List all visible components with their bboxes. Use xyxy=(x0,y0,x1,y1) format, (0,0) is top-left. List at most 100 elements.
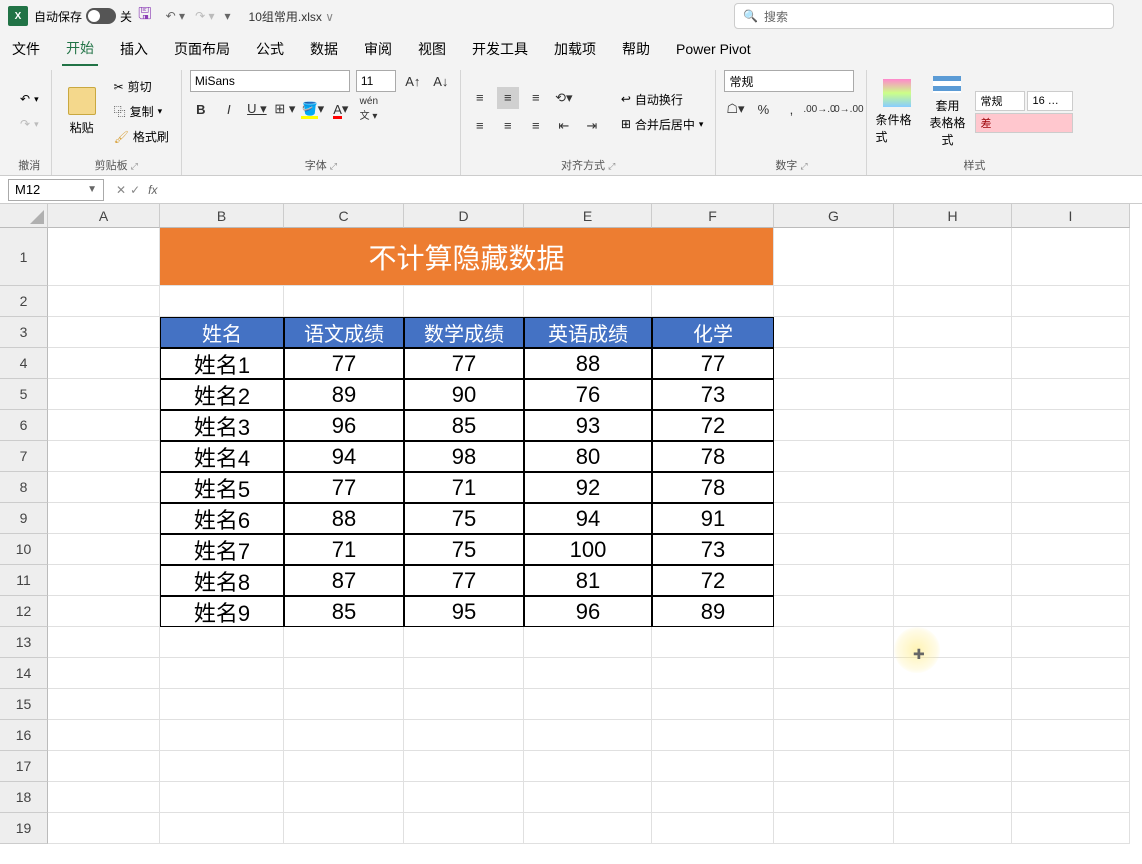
cell-F12[interactable]: 89 xyxy=(652,596,774,627)
increase-font-icon[interactable]: A↑ xyxy=(402,70,424,92)
cell-H15[interactable] xyxy=(894,689,1012,720)
orientation-icon[interactable]: ⟲▾ xyxy=(553,87,575,109)
cell-C7[interactable]: 94 xyxy=(284,441,404,472)
cell-H9[interactable] xyxy=(894,503,1012,534)
cell-H6[interactable] xyxy=(894,410,1012,441)
cell-D5[interactable]: 90 xyxy=(404,379,524,410)
cell-C16[interactable] xyxy=(284,720,404,751)
cell-G4[interactable] xyxy=(774,348,894,379)
cell-C11[interactable]: 87 xyxy=(284,565,404,596)
font-size-select[interactable] xyxy=(356,70,396,92)
table-style-button[interactable]: 套用 表格格式 xyxy=(925,76,969,148)
copy-button[interactable]: ⿻复制▾ xyxy=(110,101,173,123)
cell-D17[interactable] xyxy=(404,751,524,782)
col-header-F[interactable]: F xyxy=(652,204,774,228)
cell-D4[interactable]: 77 xyxy=(404,348,524,379)
decrease-indent-icon[interactable]: ⇤ xyxy=(553,115,575,137)
border-button[interactable]: ⊞ ▾ xyxy=(274,98,296,120)
cell-G8[interactable] xyxy=(774,472,894,503)
cell-F16[interactable] xyxy=(652,720,774,751)
cell-H5[interactable] xyxy=(894,379,1012,410)
cell-C5[interactable]: 89 xyxy=(284,379,404,410)
cell-B5[interactable]: 姓名2 xyxy=(160,379,284,410)
cell-A7[interactable] xyxy=(48,441,160,472)
cell-F18[interactable] xyxy=(652,782,774,813)
cell-I14[interactable] xyxy=(1012,658,1130,689)
row-header-11[interactable]: 11 xyxy=(0,565,48,596)
cell-E9[interactable]: 94 xyxy=(524,503,652,534)
decrease-font-icon[interactable]: A↓ xyxy=(430,70,452,92)
cell-F10[interactable]: 73 xyxy=(652,534,774,565)
row-header-6[interactable]: 6 xyxy=(0,410,48,441)
cell-C9[interactable]: 88 xyxy=(284,503,404,534)
cell-G19[interactable] xyxy=(774,813,894,844)
italic-button[interactable]: I xyxy=(218,98,240,120)
cell-H8[interactable] xyxy=(894,472,1012,503)
tab-审阅[interactable]: 审阅 xyxy=(360,33,396,65)
cell-E17[interactable] xyxy=(524,751,652,782)
cell-A13[interactable] xyxy=(48,627,160,658)
cell-E13[interactable] xyxy=(524,627,652,658)
row-header-13[interactable]: 13 xyxy=(0,627,48,658)
cell-B19[interactable] xyxy=(160,813,284,844)
row-header-1[interactable]: 1 xyxy=(0,228,48,286)
cell-F4[interactable]: 77 xyxy=(652,348,774,379)
cell-E12[interactable]: 96 xyxy=(524,596,652,627)
cell-D12[interactable]: 95 xyxy=(404,596,524,627)
cell-E18[interactable] xyxy=(524,782,652,813)
cell-I15[interactable] xyxy=(1012,689,1130,720)
cell-H7[interactable] xyxy=(894,441,1012,472)
cell-G18[interactable] xyxy=(774,782,894,813)
cell-G5[interactable] xyxy=(774,379,894,410)
align-bottom-icon[interactable]: ≡ xyxy=(525,87,547,109)
spreadsheet-grid[interactable]: ABCDEFGHI 12345678910111213141516171819 … xyxy=(0,204,1142,864)
tab-Power Pivot[interactable]: Power Pivot xyxy=(672,35,755,63)
wrap-text-button[interactable]: ↩自动换行 xyxy=(617,88,708,110)
cell-A3[interactable] xyxy=(48,317,160,348)
cell-F15[interactable] xyxy=(652,689,774,720)
cell-I18[interactable] xyxy=(1012,782,1130,813)
cell-E7[interactable]: 80 xyxy=(524,441,652,472)
chevron-down-icon[interactable]: ▼ xyxy=(87,184,97,195)
cell-E4[interactable]: 88 xyxy=(524,348,652,379)
cell-D18[interactable] xyxy=(404,782,524,813)
style-bad[interactable]: 差 xyxy=(975,113,1073,133)
cell-G17[interactable] xyxy=(774,751,894,782)
cell-E19[interactable] xyxy=(524,813,652,844)
cell-G6[interactable] xyxy=(774,410,894,441)
cell-A1[interactable] xyxy=(48,228,160,286)
cell-A11[interactable] xyxy=(48,565,160,596)
tab-数据[interactable]: 数据 xyxy=(306,33,342,65)
align-left-icon[interactable]: ≡ xyxy=(469,115,491,137)
cell-H18[interactable] xyxy=(894,782,1012,813)
cell-C8[interactable]: 77 xyxy=(284,472,404,503)
cell-F9[interactable]: 91 xyxy=(652,503,774,534)
cell-C2[interactable] xyxy=(284,286,404,317)
cell-D19[interactable] xyxy=(404,813,524,844)
cell-F8[interactable]: 78 xyxy=(652,472,774,503)
font-color-button[interactable]: A▾ xyxy=(330,98,352,120)
save-icon[interactable]: 🖫 xyxy=(138,3,152,30)
cell-G3[interactable] xyxy=(774,317,894,348)
cell-I3[interactable] xyxy=(1012,317,1130,348)
tab-加载项[interactable]: 加载项 xyxy=(550,33,600,65)
row-header-15[interactable]: 15 xyxy=(0,689,48,720)
cell-E16[interactable] xyxy=(524,720,652,751)
cell-H19[interactable] xyxy=(894,813,1012,844)
cell-I13[interactable] xyxy=(1012,627,1130,658)
cell-A9[interactable] xyxy=(48,503,160,534)
cell-E3[interactable]: 英语成绩 xyxy=(524,317,652,348)
style-normal[interactable]: 常规 xyxy=(975,91,1025,111)
cell-D7[interactable]: 98 xyxy=(404,441,524,472)
cell-G13[interactable] xyxy=(774,627,894,658)
tab-开始[interactable]: 开始 xyxy=(62,32,98,66)
cell-I16[interactable] xyxy=(1012,720,1130,751)
cell-I19[interactable] xyxy=(1012,813,1130,844)
tab-页面布局[interactable]: 页面布局 xyxy=(170,33,234,65)
cell-A6[interactable] xyxy=(48,410,160,441)
col-header-D[interactable]: D xyxy=(404,204,524,228)
select-all-button[interactable] xyxy=(0,204,48,228)
comma-icon[interactable]: , xyxy=(780,98,802,120)
cells-area[interactable]: 不计算隐藏数据姓名语文成绩数学成绩英语成绩化学姓名177778877姓名2899… xyxy=(48,228,1142,844)
cell-E5[interactable]: 76 xyxy=(524,379,652,410)
